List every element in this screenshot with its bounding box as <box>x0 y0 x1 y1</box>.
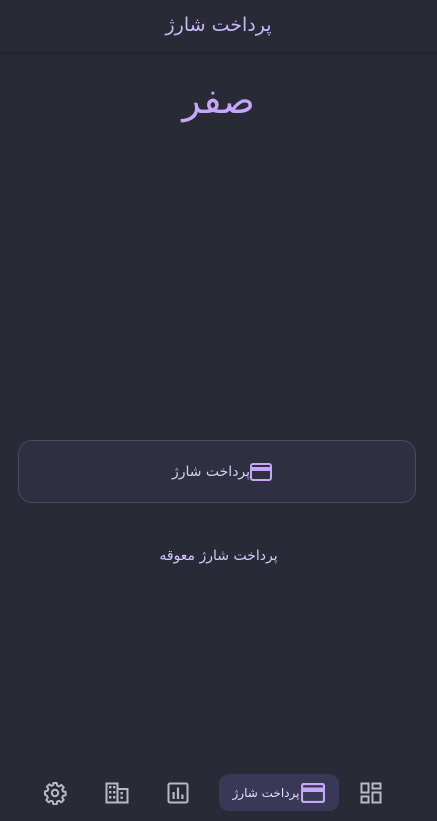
pay-charge-button[interactable]: پرداخت شارژ <box>18 440 416 503</box>
pay-charge-button-label: پرداخت شارژ <box>171 463 251 480</box>
credit-card-icon <box>301 782 326 803</box>
delayed-payment-link[interactable]: پرداخت شارژ معوقه <box>0 548 437 564</box>
nav-item-reports[interactable] <box>160 774 196 811</box>
bar-chart-icon <box>167 782 189 804</box>
bottom-navigation: پرداخت شارژ <box>0 760 437 821</box>
dashboard-icon <box>360 782 382 804</box>
page-title: پرداخت شارژ <box>165 14 272 36</box>
credit-card-icon <box>250 462 273 481</box>
nav-item-label: پرداخت شارژ <box>232 785 300 800</box>
nav-item-pay-charge[interactable]: پرداخت شارژ <box>219 774 339 811</box>
settings-gear-icon <box>43 781 67 805</box>
nav-item-building[interactable] <box>99 774 135 811</box>
apartment-building-icon <box>105 782 129 804</box>
nav-item-settings[interactable] <box>37 774 73 811</box>
app-bar: پرداخت شارژ <box>0 0 437 53</box>
charge-amount: صفر <box>182 78 255 122</box>
nav-item-dashboard[interactable] <box>353 774 389 811</box>
